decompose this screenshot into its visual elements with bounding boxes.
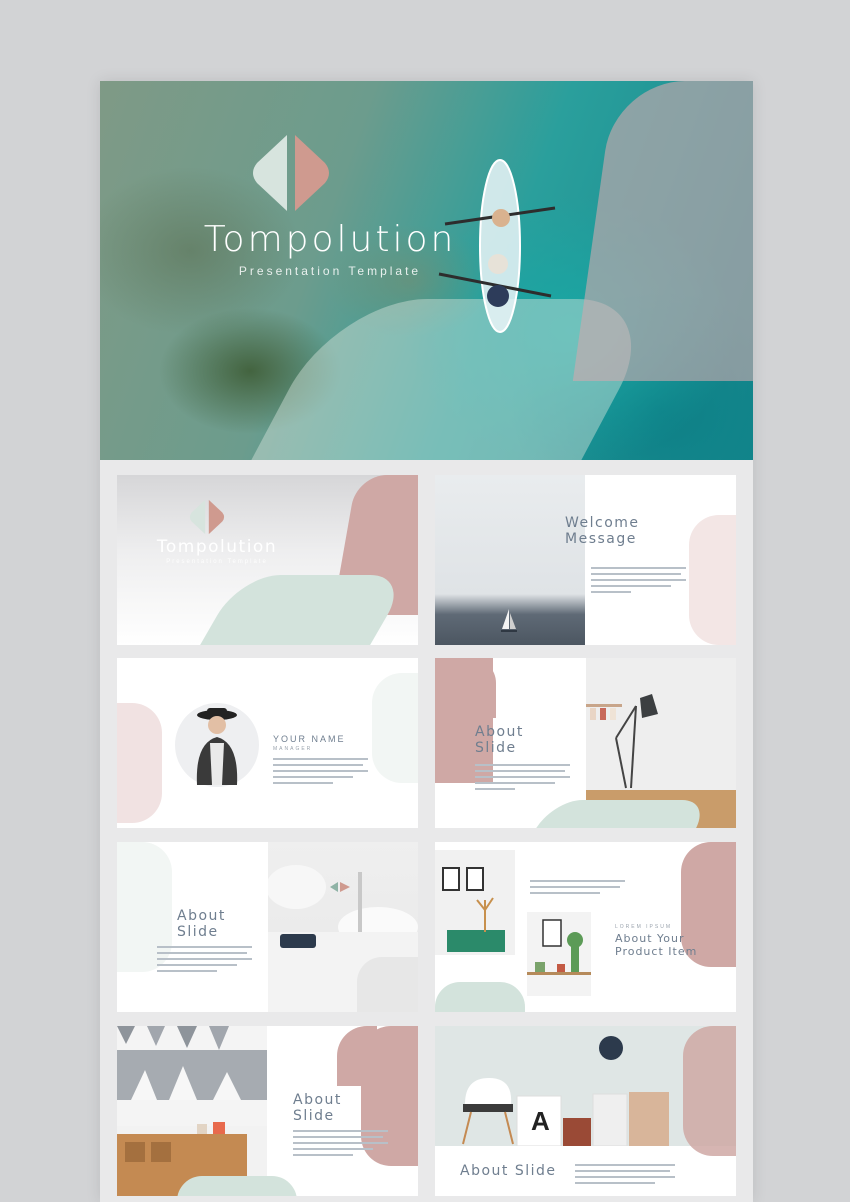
avatar [175, 703, 259, 787]
slide-subtitle: MANAGER [273, 746, 313, 752]
hero-subtitle: Presentation Template [238, 264, 422, 278]
slide-thumbnail-welcome[interactable]: Welcome Message [435, 475, 736, 645]
slide-title: About Slide [460, 1163, 557, 1179]
slide-subtitle: Presentation Template [166, 559, 268, 565]
template-preview-sheet: Tompolution Presentation Template Tompol… [100, 81, 753, 1202]
geometric-photo [117, 1026, 267, 1196]
slide-title: Tompolution [156, 537, 278, 557]
hero-title: Tompolution [203, 219, 457, 260]
slide-thumbnail-about-geometric[interactable]: About Slide [117, 1026, 418, 1196]
slide-title: About Your Product Item [615, 932, 698, 958]
rose-shape [689, 515, 736, 645]
logo-icon [253, 135, 329, 211]
slide-thumbnail-about-lamp[interactable]: About Slide [435, 658, 736, 828]
mint-shape [177, 1176, 297, 1196]
hero-slide: Tompolution Presentation Template [100, 81, 753, 460]
rose-shape [683, 1026, 736, 1156]
svg-text:A: A [531, 1106, 550, 1136]
mint-shape [517, 800, 713, 828]
geometric-wall-icon [117, 1026, 267, 1196]
slide-title: Welcome Message [565, 515, 640, 547]
rose-shape [117, 703, 162, 823]
mint-shape [177, 575, 411, 645]
grey-shape [357, 957, 418, 1012]
sailboat-photo [435, 475, 585, 645]
slide-thumbnail-about-desk[interactable]: About Slide [117, 842, 418, 1012]
shelf-photo [435, 850, 515, 955]
plant-photo [527, 912, 591, 996]
mint-shape [372, 673, 418, 783]
sailboat-icon [501, 609, 517, 632]
slide-title: About Slide [177, 908, 226, 940]
slide-subtitle: LOREM IPSUM [615, 924, 673, 930]
hero-rose-shape [572, 81, 753, 381]
shelf-icon [442, 867, 505, 952]
slide-title: About Slide [293, 1092, 342, 1124]
mint-shape [435, 982, 525, 1012]
slide-thumbnail-profile[interactable]: YOUR NAME MANAGER [117, 658, 418, 828]
lamp-photo [586, 658, 736, 790]
slide-thumbnail-about-chair[interactable]: A About Slide [435, 1026, 736, 1196]
slide-thumbnail-cover[interactable]: Tompolution Presentation Template [117, 475, 418, 645]
logo-icon [189, 499, 225, 535]
slide-title: About Slide [475, 724, 524, 756]
plant-icon [527, 919, 591, 975]
slide-title: YOUR NAME [273, 734, 346, 744]
slide-thumbnail-product[interactable]: LOREM IPSUM About Your Product Item [435, 842, 736, 1012]
